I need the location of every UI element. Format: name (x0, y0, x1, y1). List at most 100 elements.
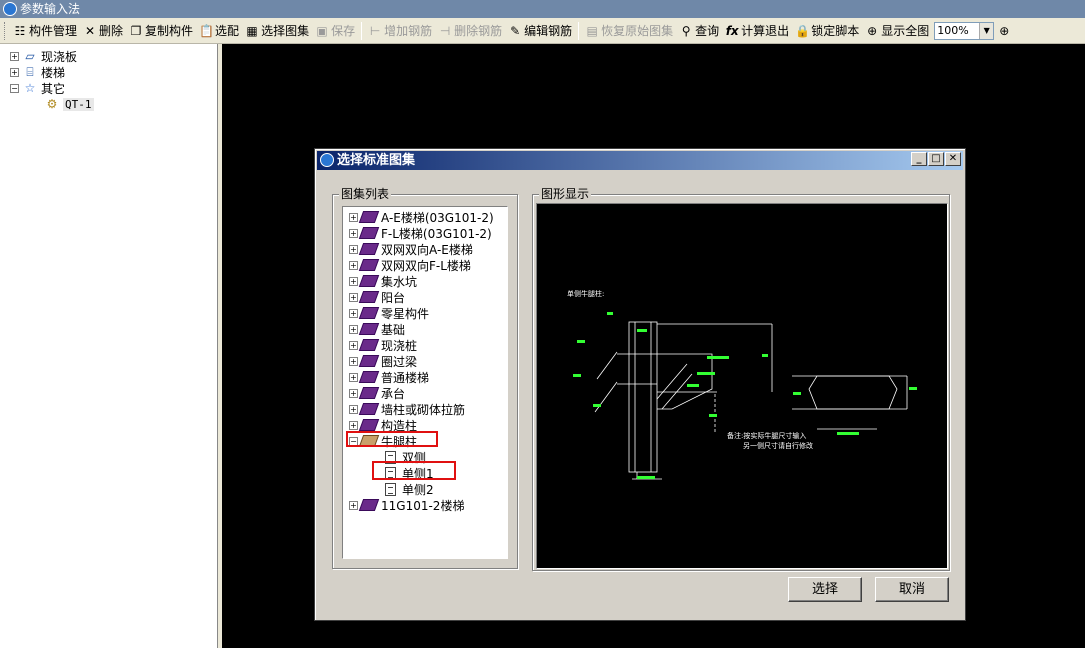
tree-item-qt1[interactable]: ⚙ QT-1 (44, 96, 94, 112)
drawing-preview: 单侧牛腿柱: 备注:按实际牛腿尺寸输入 另一侧尺寸请自行修改 (536, 203, 948, 569)
zoom-select[interactable]: 100% ▼ (934, 21, 995, 40)
expand-icon[interactable]: + (349, 212, 358, 222)
toolbar-grip[interactable] (4, 21, 7, 40)
expand-icon[interactable]: + (349, 324, 358, 334)
toolbar: ☷ 构件管理 ✕ 删除 ❐ 复制构件 📋 选配 ▦ 选择图集 ▣ 保存 ⊢ 增加钢筋 ⊣ 删除钢… (0, 18, 1085, 44)
lock-script-button[interactable]: 🔒 锁定脚本 (792, 20, 862, 42)
select-button[interactable]: 选择 (788, 577, 862, 602)
expand-icon[interactable]: + (10, 51, 19, 61)
delete-rebar-icon: ⊣ (439, 23, 451, 38)
save-button[interactable]: ▣ 保存 (312, 20, 358, 42)
atlas-item[interactable]: + A-E楼梯(03G101-2) (349, 209, 494, 225)
gear-icon: ⚙ (46, 97, 58, 111)
atlas-item[interactable]: + F-L楼梯(03G101-2) (349, 225, 492, 241)
atlas-item[interactable]: + 双网双向F-L楼梯 (349, 257, 471, 273)
app-title: 参数输入法 (20, 2, 81, 16)
dialog-titlebar[interactable]: 选择标准图集 (317, 151, 963, 170)
drawing-heading: 单侧牛腿柱: (567, 289, 604, 298)
book-icon (358, 243, 380, 255)
book-icon (358, 339, 380, 351)
book-icon (358, 499, 380, 511)
minimize-button[interactable]: _ (911, 152, 927, 166)
toolbar-separator (361, 21, 363, 40)
atlas-item[interactable]: + 零星构件 (349, 305, 429, 321)
book-icon (358, 387, 380, 399)
component-manage-button[interactable]: ☷ 构件管理 (10, 20, 80, 42)
add-rebar-icon: ⊢ (369, 23, 381, 38)
atlas-item[interactable]: + 现浇桩 (349, 337, 417, 353)
restore-icon: ▤ (586, 23, 598, 38)
atlas-item[interactable]: + 双网双向A-E楼梯 (349, 241, 473, 257)
delete-rebar-button[interactable]: ⊣ 删除钢筋 (435, 20, 505, 42)
calc-exit-button[interactable]: fx 计算退出 (722, 20, 792, 42)
expand-icon[interactable]: + (349, 404, 358, 414)
atlas-item[interactable]: + 阳台 (349, 289, 405, 305)
select-atlas-button[interactable]: ▦ 选择图集 (242, 20, 312, 42)
close-button[interactable]: ✕ (945, 152, 961, 166)
preview-label: 图形显示 (539, 187, 592, 201)
list-icon: ☷ (14, 23, 26, 38)
book-icon (358, 211, 380, 223)
app-titlebar: 参数输入法 (0, 0, 1085, 18)
chevron-down-icon: ▼ (979, 22, 994, 39)
atlas-item[interactable]: + 承台 (349, 385, 405, 401)
book-icon (358, 419, 380, 431)
slab-icon: ▱ (25, 49, 35, 63)
copy-component-button[interactable]: ❐ 复制构件 (126, 20, 196, 42)
restore-atlas-button[interactable]: ▤ 恢复原始图集 (582, 20, 676, 42)
clipboard-icon: 📋 (199, 23, 214, 38)
tree-item-other[interactable]: − ☆ 其它 (10, 80, 65, 96)
expand-icon[interactable]: + (349, 244, 358, 254)
expand-icon[interactable]: + (349, 356, 358, 366)
tree-item-stair[interactable]: + ⌸ 楼梯 (10, 64, 65, 80)
book-icon (358, 371, 380, 383)
formula-icon: fx (725, 23, 739, 38)
book-icon (358, 355, 380, 367)
atlas-tree[interactable]: + A-E楼梯(03G101-2) + F-L楼梯(03G101-2) + 双网双向A… (342, 206, 508, 559)
expand-icon[interactable]: + (349, 420, 358, 430)
edit-rebar-icon: ✎ (510, 23, 521, 38)
expand-icon[interactable]: + (349, 340, 358, 350)
zoom-in-button[interactable]: ⊕ (994, 20, 1016, 42)
book-icon (358, 403, 380, 415)
atlas-list-label: 图集列表 (339, 187, 392, 201)
stair-icon: ⌸ (26, 65, 34, 79)
component-tree-panel: + ▱ 现浇板 + ⌸ 楼梯 − ☆ 其它 ⚙ QT-1 (0, 44, 218, 648)
atlas-item[interactable]: +11G101-2楼梯 (349, 497, 464, 513)
atlas-item[interactable]: + 圈过梁 (349, 353, 417, 369)
expand-icon[interactable]: + (349, 292, 358, 302)
expand-icon[interactable]: + (349, 276, 358, 286)
atlas-item[interactable]: + 基础 (349, 321, 405, 337)
add-rebar-button[interactable]: ⊢ 增加钢筋 (365, 20, 435, 42)
expand-icon[interactable]: + (349, 308, 358, 318)
atlas-icon: ▦ (246, 23, 258, 38)
expand-icon[interactable]: + (349, 228, 358, 238)
match-button[interactable]: 📋 选配 (196, 20, 242, 42)
show-full-button[interactable]: ⊕ 显示全图 (862, 20, 932, 42)
book-icon (358, 275, 380, 287)
document-icon (385, 482, 396, 496)
save-icon: ▣ (316, 23, 328, 38)
expand-icon[interactable]: + (10, 67, 19, 77)
expand-icon[interactable]: + (349, 388, 358, 398)
cancel-button[interactable]: 取消 (875, 577, 949, 602)
highlight-niutui (346, 431, 438, 447)
tree-item-slab[interactable]: + ▱ 现浇板 (10, 48, 77, 64)
query-button[interactable]: ⚲ 查询 (676, 20, 722, 42)
dimension-labels (573, 312, 917, 479)
book-icon (358, 291, 380, 303)
corbel-column-drawing: 单侧牛腿柱: 备注:按实际牛腿尺寸输入 另一侧尺寸请自行修改 (567, 289, 917, 480)
maximize-button[interactable]: □ (928, 152, 944, 166)
expand-icon[interactable]: + (349, 372, 358, 382)
atlas-item[interactable]: + 墙柱或砌体拉筋 (349, 401, 465, 417)
atlas-subitem[interactable]: 单侧2 (385, 481, 434, 497)
book-icon (358, 323, 380, 335)
expand-icon[interactable]: + (349, 500, 358, 510)
delete-button[interactable]: ✕ 删除 (80, 20, 126, 42)
copy-icon: ❐ (130, 23, 142, 38)
collapse-icon[interactable]: − (10, 83, 19, 93)
expand-icon[interactable]: + (349, 260, 358, 270)
atlas-item[interactable]: + 普通楼梯 (349, 369, 429, 385)
atlas-item[interactable]: + 集水坑 (349, 273, 417, 289)
edit-rebar-button[interactable]: ✎ 编辑钢筋 (505, 20, 575, 42)
